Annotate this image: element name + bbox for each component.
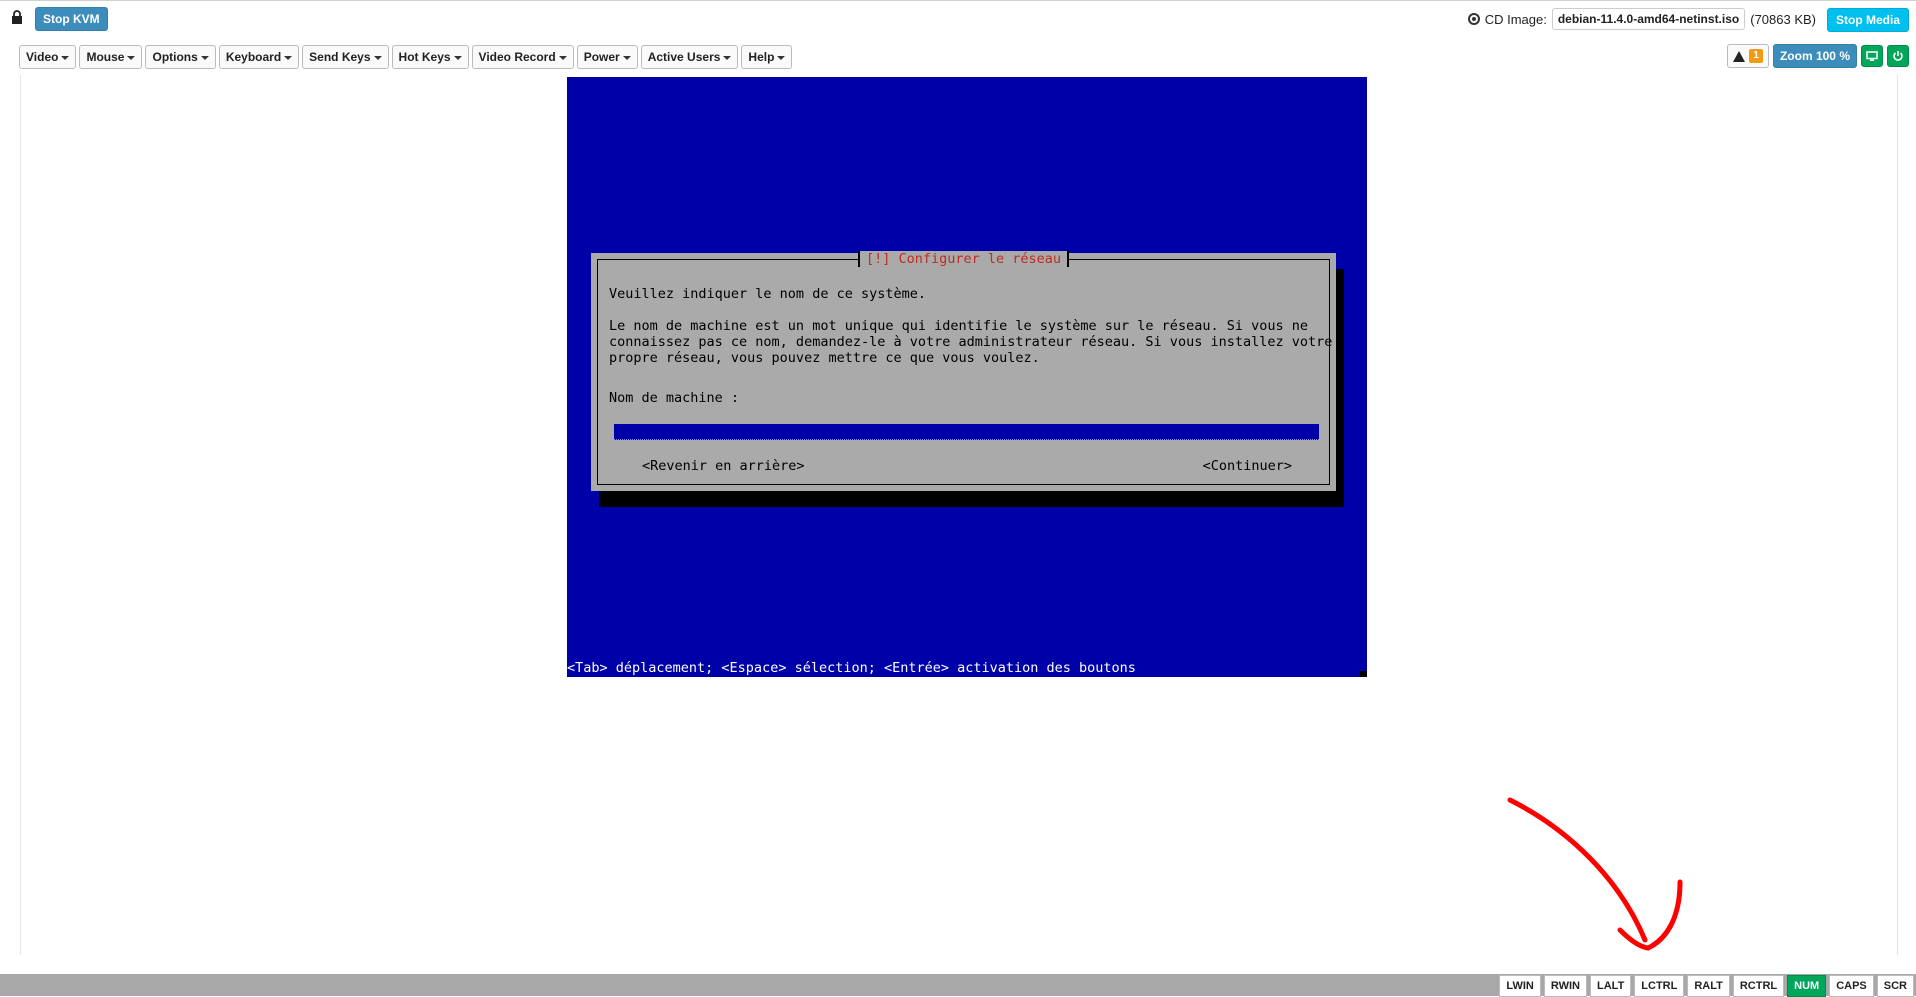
key-lalt[interactable]: LALT <box>1590 975 1632 997</box>
caret-down-icon <box>723 55 732 60</box>
menu-label: Active Users <box>647 50 721 64</box>
caret-down-icon <box>622 55 631 60</box>
right-tools: 1 Zoom 100 % <box>1727 44 1909 68</box>
menu-label: Hot Keys <box>398 50 451 64</box>
cd-image-size: (70863 KB) <box>1750 11 1816 27</box>
menu-hot-keys[interactable]: Hot Keys <box>391 45 469 69</box>
menu-label: Keyboard <box>225 50 282 64</box>
zoom-button[interactable]: Zoom 100 % <box>1772 44 1857 68</box>
menu-power[interactable]: Power <box>576 45 638 69</box>
hostname-input[interactable] <box>614 424 1319 440</box>
key-rwin[interactable]: RWIN <box>1543 975 1587 997</box>
menu-label: Video Record <box>478 50 556 64</box>
menu-label: Help <box>748 50 775 64</box>
cd-image-status: CD Image: debian-11.4.0-amd64-netinst.is… <box>1467 8 1816 30</box>
power-icon <box>1893 51 1903 61</box>
caret-down-icon <box>453 55 462 60</box>
power-button[interactable] <box>1887 45 1909 67</box>
menu-video-record[interactable]: Video Record <box>471 45 574 69</box>
key-lwin[interactable]: LWIN <box>1499 975 1541 997</box>
keyboard-status-bar: LWIN RWIN LALT LCTRL RALT RCTRL NUM CAPS… <box>0 974 1916 997</box>
warning-count-badge: 1 <box>1749 49 1763 63</box>
top-toolbar: Stop KVM CD Image: debian-11.4.0-amd64-n… <box>0 0 1916 35</box>
caret-down-icon <box>558 55 567 60</box>
menu-bar: Video Mouse Options Keyboard Send Keys H… <box>19 45 793 69</box>
monitor-button[interactable] <box>1861 45 1883 67</box>
dialog-frame: [!] Configurer le réseau Veuillez indiqu… <box>597 251 1333 485</box>
caret-down-icon <box>127 55 136 60</box>
dialog-title-text: [!] Configurer le réseau <box>857 251 1070 267</box>
modifier-key-toggles: LWIN RWIN LALT LCTRL RALT RCTRL NUM CAPS… <box>1499 975 1914 997</box>
lock-icon <box>12 10 22 24</box>
menu-label: Mouse <box>86 50 125 64</box>
hostname-label: Nom de machine : <box>609 390 740 406</box>
stop-kvm-button[interactable]: Stop KVM <box>35 7 108 31</box>
stop-media-button[interactable]: Stop Media <box>1826 8 1909 32</box>
back-button[interactable]: <Revenir en arrière> <box>642 458 805 474</box>
menu-label: Video <box>26 50 59 64</box>
caret-down-icon <box>373 55 382 60</box>
caret-down-icon <box>777 55 786 60</box>
menu-send-keys[interactable]: Send Keys <box>302 45 389 69</box>
dialog-prompt: Veuillez indiquer le nom de ce système. <box>609 286 926 302</box>
red-annotation-arrow <box>1507 797 1683 951</box>
key-scr[interactable]: SCR <box>1876 975 1914 997</box>
menu-options[interactable]: Options <box>145 45 216 69</box>
menu-label: Send Keys <box>309 50 371 64</box>
key-ralt[interactable]: RALT <box>1687 975 1730 997</box>
menu-active-users[interactable]: Active Users <box>640 45 739 69</box>
warnings-button[interactable]: 1 <box>1727 44 1769 68</box>
menu-mouse[interactable]: Mouse <box>79 45 143 69</box>
monitor-icon <box>1866 50 1878 61</box>
key-caps[interactable]: CAPS <box>1829 975 1874 997</box>
continue-button[interactable]: <Continuer> <box>1203 458 1292 474</box>
key-num[interactable]: NUM <box>1787 975 1827 997</box>
dialog-description: Le nom de machine est un mot unique qui … <box>609 318 1333 366</box>
key-rctrl[interactable]: RCTRL <box>1732 975 1785 997</box>
configure-network-dialog: [!] Configurer le réseau Veuillez indiqu… <box>591 251 1336 491</box>
caret-down-icon <box>61 55 70 60</box>
menu-label: Power <box>583 50 620 64</box>
menu-help[interactable]: Help <box>741 45 793 69</box>
kvm-console-screen[interactable]: [!] Configurer le réseau Veuillez indiqu… <box>567 77 1367 677</box>
menu-keyboard[interactable]: Keyboard <box>218 45 300 69</box>
warning-icon <box>1733 50 1746 62</box>
dialog-title: [!] Configurer le réseau <box>598 251 1329 267</box>
caret-down-icon <box>200 55 209 60</box>
key-lctrl[interactable]: LCTRL <box>1634 975 1685 997</box>
console-help-line: <Tab> déplacement; <Espace> sélection; <… <box>567 660 1360 677</box>
disc-icon <box>1467 13 1480 25</box>
menu-video[interactable]: Video <box>19 45 77 69</box>
cd-image-label: CD Image: <box>1484 11 1547 27</box>
caret-down-icon <box>284 55 293 60</box>
cd-image-name: debian-11.4.0-amd64-netinst.iso <box>1551 8 1746 30</box>
menu-label: Options <box>152 50 198 64</box>
